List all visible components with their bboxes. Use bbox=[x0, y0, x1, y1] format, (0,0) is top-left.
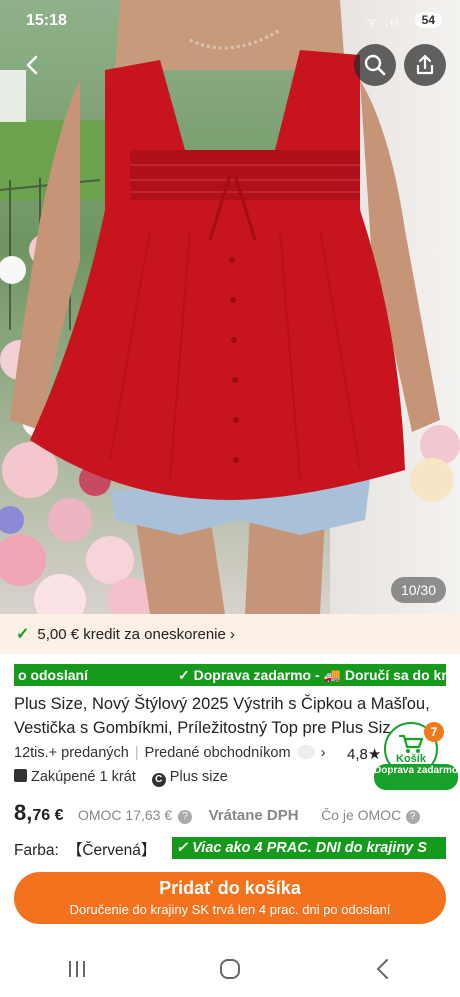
color-value: 【Červená】 bbox=[66, 842, 157, 859]
purchased-badge: Zakúpené 1 krát bbox=[14, 769, 136, 787]
chevron-left-icon bbox=[26, 55, 38, 75]
home-icon[interactable] bbox=[218, 957, 242, 981]
system-nav-bar bbox=[0, 940, 460, 997]
chevron-right-icon: › bbox=[229, 625, 235, 643]
plus-size-text: Plus size bbox=[169, 769, 228, 785]
price-whole: 8, bbox=[14, 800, 33, 825]
product-image[interactable]: 15:18 ᯤ .ıl 54 10/30 bbox=[0, 0, 460, 614]
delivery-tag: ✓ Viac ako 4 PRAC. DNI do krajiny S bbox=[172, 837, 446, 859]
seller-link[interactable]: Predané obchodníkom bbox=[145, 745, 291, 761]
c-icon: C bbox=[151, 773, 166, 787]
free-shipping-pill: Doprava zadarmo bbox=[374, 764, 458, 790]
status-bar: 15:18 ᯤ .ıl 54 bbox=[0, 0, 460, 40]
search-button[interactable] bbox=[354, 44, 396, 86]
check-icon: ✓ bbox=[16, 626, 30, 643]
recent-apps-icon[interactable] bbox=[65, 959, 89, 979]
sold-count: 12tis.+ predaných bbox=[14, 745, 129, 761]
shipping-ticker: o odoslaní ✓ Doprava zadarmo - 🚚 Doručí … bbox=[14, 664, 446, 686]
sales-seller-row: 12tis.+ predaných | Predané obchodníkom › bbox=[14, 745, 326, 761]
credit-text: 5,00 € kredit za oneskorenie bbox=[37, 625, 226, 643]
share-button[interactable] bbox=[404, 44, 446, 86]
color-label: Farba: bbox=[14, 842, 59, 859]
battery-icon: 54 bbox=[414, 12, 442, 28]
floating-cart[interactable]: Košík 7 Doprava zadarmo bbox=[374, 722, 458, 792]
price-row: 8,76 € OMOC 17,63 €? Vrátane DPH Čo je O… bbox=[14, 800, 432, 826]
help-icon[interactable]: ? bbox=[405, 810, 420, 824]
image-counter: 10/30 bbox=[390, 577, 446, 603]
cart-count-badge: 7 bbox=[424, 722, 444, 742]
cart-icon bbox=[398, 734, 424, 753]
back-nav-icon[interactable] bbox=[371, 957, 395, 981]
price-decimal: 76 € bbox=[32, 807, 64, 824]
help-icon[interactable]: ? bbox=[178, 810, 193, 824]
add-to-cart-label: Pridať do košíka bbox=[159, 878, 301, 898]
late-credit-banner[interactable]: ✓ 5,00 € kredit za oneskorenie › bbox=[0, 614, 460, 654]
what-is-omoc[interactable]: Čo je OMOC bbox=[321, 807, 401, 823]
share-icon bbox=[416, 54, 434, 75]
bag-icon bbox=[14, 769, 27, 782]
ticker-right-text: ✓ Doprava zadarmo - 🚚 Doručí sa do kra bbox=[178, 667, 446, 683]
status-time: 15:18 bbox=[26, 12, 67, 29]
back-button[interactable] bbox=[12, 44, 54, 86]
color-row[interactable]: Farba: 【Červená】 bbox=[14, 838, 156, 860]
omoc-price: OMOC 17,63 € bbox=[77, 807, 173, 823]
product-photo-illustration bbox=[0, 0, 460, 614]
product-title[interactable]: Plus Size, Nový Štýlový 2025 Výstrih s Č… bbox=[14, 692, 434, 740]
signal-icon: ᯤ .ıl bbox=[366, 15, 400, 29]
seller-avatar bbox=[296, 745, 315, 759]
search-icon bbox=[364, 54, 386, 76]
badges-row: Zakúpené 1 krát C Plus size bbox=[14, 769, 228, 787]
vat-label: Vrátane DPH bbox=[208, 807, 299, 824]
seller-chevron-icon: › bbox=[320, 745, 326, 761]
plus-size-badge: C Plus size bbox=[151, 769, 228, 787]
ticker-left-text: o odoslaní bbox=[18, 667, 88, 683]
purchased-text: Zakúpené 1 krát bbox=[31, 769, 136, 785]
add-to-cart-button[interactable]: Pridať do košíka Doručenie do krajiny SK… bbox=[14, 872, 446, 924]
add-to-cart-subtext: Doručenie do krajiny SK trvá len 4 prac.… bbox=[69, 902, 391, 917]
